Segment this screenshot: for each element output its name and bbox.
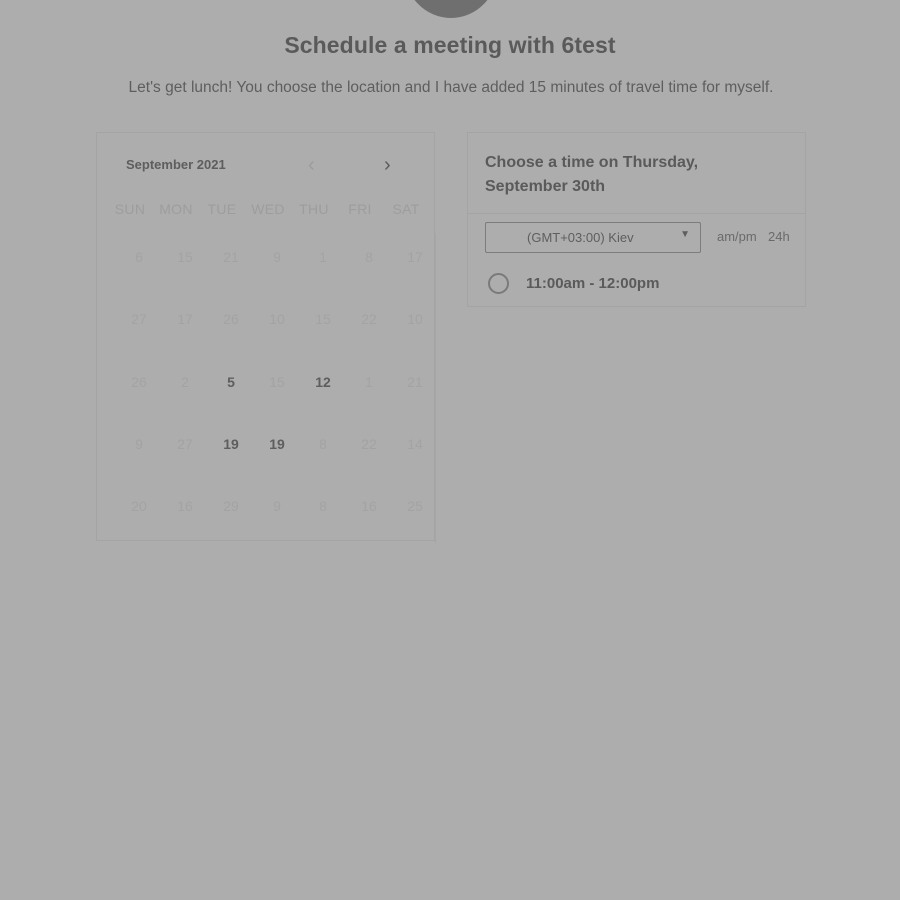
chevron-left-icon[interactable]: ‹ — [308, 155, 315, 175]
calendar-day: 17 — [407, 249, 423, 265]
calendar-day: 22 — [361, 435, 377, 452]
time-panel-divider — [468, 213, 805, 214]
chevron-right-icon[interactable]: › — [384, 155, 391, 175]
calendar-day: 6 — [135, 249, 143, 265]
calendar-day: 9 — [135, 435, 143, 452]
calendar-day: 27 — [131, 311, 147, 328]
calendar-day: 16 — [361, 498, 377, 515]
calendar-day: 8 — [365, 249, 373, 265]
time-slot-label: 11:00am - 12:00pm — [526, 274, 660, 292]
calendar-day-available[interactable]: 19 — [208, 433, 254, 495]
calendar-day: 10 — [269, 311, 285, 328]
calendar-day: 2 — [181, 373, 189, 390]
weekday-fri: FRI — [348, 201, 372, 217]
calendar-day: 21 — [223, 249, 239, 265]
calendar-day: 29 — [223, 498, 239, 515]
calendar-day: 14 — [407, 435, 423, 452]
calendar-day-available[interactable]: 19 — [254, 433, 300, 495]
format-ampm-toggle[interactable]: am/pm — [717, 229, 757, 244]
weekday-sat: SAT — [392, 201, 420, 217]
calendar-day: 1 — [365, 373, 373, 390]
calendar-day: 20 — [131, 498, 147, 515]
calendar-month-label: September 2021 — [126, 157, 226, 172]
calendar-day: 21 — [407, 373, 423, 390]
weekday-wed: WED — [251, 201, 285, 217]
caret-down-icon: ▼ — [680, 229, 690, 240]
weekday-sun: SUN — [114, 201, 146, 217]
radio-icon[interactable] — [488, 272, 509, 294]
calendar-day: 9 — [273, 249, 281, 265]
time-panel: Choose a time on Thursday, September 30t… — [467, 132, 806, 307]
calendar-day: 25 — [407, 498, 423, 515]
time-panel-heading: Choose a time on Thursday, September 30t… — [485, 154, 699, 195]
calendar-panel: September 2021 ‹ › SUN MON TUE WED THU F… — [96, 132, 436, 543]
weekday-tue: TUE — [207, 201, 237, 217]
page-subtitle: Let's get lunch! You choose the location… — [128, 79, 774, 96]
calendar-grid-divider — [435, 233, 436, 543]
calendar-day: 8 — [319, 435, 327, 452]
calendar-day: 8 — [319, 498, 327, 515]
calendar-day: 16 — [177, 498, 193, 515]
calendar-day: 1 — [319, 249, 327, 265]
weekday-header: SUN MON TUE WED THU FRI SAT — [107, 201, 429, 217]
calendar-day: 15 — [269, 373, 285, 390]
calendar-day: 27 — [177, 435, 193, 452]
calendar-day: 26 — [131, 373, 147, 390]
avatar — [404, 0, 498, 18]
time-slot-option[interactable]: 11:00am - 12:00pm — [488, 270, 659, 296]
calendar-day: 17 — [177, 311, 193, 328]
weekday-thu: THU — [299, 201, 329, 217]
timezone-value: (GMT+03:00) Kiev — [527, 230, 634, 245]
page-title: Schedule a meeting with 6test — [284, 32, 616, 58]
calendar-day: 10 — [407, 311, 423, 328]
calendar-day-grid: 6 15 21 9 1 8 17 27 17 26 10 15 22 10 26 2 5 15 12 1 21 9 27 19… — [116, 246, 436, 557]
calendar-day-available[interactable]: 5 — [208, 371, 254, 433]
calendar-day: 15 — [315, 311, 331, 328]
calendar-day: 26 — [223, 311, 239, 328]
calendar-day: 15 — [177, 249, 193, 265]
calendar-day: 22 — [361, 311, 377, 328]
calendar-day: 9 — [273, 498, 281, 515]
weekday-mon: MON — [159, 201, 193, 217]
format-24h-toggle[interactable]: 24h — [768, 229, 790, 244]
timezone-select[interactable]: (GMT+03:00) Kiev ▼ — [485, 222, 701, 253]
calendar-day-available[interactable]: 12 — [300, 371, 346, 433]
